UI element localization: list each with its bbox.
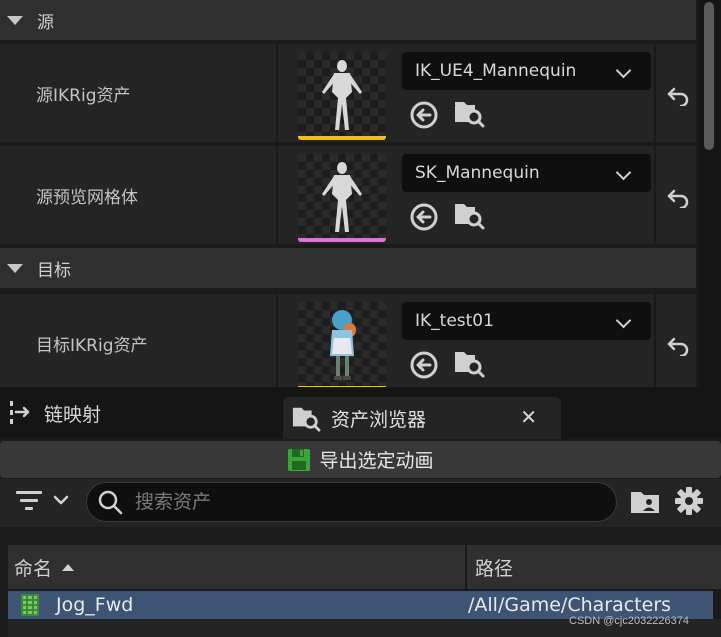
property-label: 目标IKRig资产 [36,335,148,356]
save-icon [288,448,311,471]
asset-thumbnail[interactable] [298,154,386,242]
asset-picker-value: IK_test01 [415,311,494,331]
export-button-label: 导出选定动画 [319,450,434,472]
column-splitter [654,146,656,244]
details-panel: 源 源IKRig资产 IK_UE4_Mannequin 源预览网格体 SK_Ma… [0,0,721,387]
export-selected-animations-button[interactable]: 导出选定动画 [0,441,721,478]
use-selected-asset-icon[interactable] [409,100,439,130]
browse-to-asset-icon[interactable] [453,200,485,230]
column-header-path[interactable]: 路径 [467,545,513,589]
use-selected-asset-icon[interactable] [409,202,439,232]
column-header-label: 命名 [14,557,53,580]
use-selected-asset-icon[interactable] [409,350,439,380]
property-row-source-ikrig: 源IKRig资产 IK_UE4_Mannequin [0,44,696,144]
tab-chain-mapping[interactable]: 链映射 [0,387,101,439]
reset-to-default-icon[interactable] [666,188,690,208]
asset-name: Jog_Fwd [56,594,134,616]
spacer [0,527,721,545]
asset-picker-combo[interactable]: SK_Mannequin [402,154,651,192]
chevron-down-icon [615,62,632,79]
chain-mapping-icon [10,401,30,424]
asset-thumbnail[interactable] [298,52,386,140]
asset-list-header: 命名 路径 [8,545,721,589]
column-splitter[interactable] [276,44,278,142]
search-box[interactable] [86,482,617,522]
column-splitter [654,44,656,142]
close-icon[interactable]: ✕ [520,405,537,429]
browse-to-asset-icon[interactable] [453,348,485,378]
property-row-source-preview-mesh: 源预览网格体 SK_Mannequin [0,146,696,246]
property-label: 源IKRig资产 [36,85,131,106]
chevron-down-icon [615,164,632,181]
reset-to-default-icon[interactable] [666,336,690,356]
asset-type-bar [298,238,386,242]
column-header-name[interactable]: 命名 [8,545,467,589]
section-header-source[interactable]: 源 [0,0,696,40]
watermark: CSDN @cjc2032226374 [569,615,690,627]
folder-icon[interactable] [630,489,660,515]
mannequin-icon [322,60,362,130]
section-header-target[interactable]: 目标 [0,248,696,288]
search-icon [98,490,123,515]
reset-to-default-icon[interactable] [666,86,690,106]
asset-browser-icon [292,407,321,432]
asset-picker-value: SK_Mannequin [415,163,540,183]
collapse-arrow-icon[interactable] [7,263,23,273]
column-splitter[interactable] [276,294,278,387]
browser-toolbar [0,479,721,527]
sort-ascending-icon [62,563,75,571]
animation-sequence-icon [21,594,39,616]
filter-icon [16,491,42,510]
tab-asset-browser[interactable]: 资产浏览器 ✕ [283,397,561,439]
tab-label: 链映射 [44,403,102,426]
gear-icon[interactable] [673,485,705,517]
asset-browser-panel: 导出选定动画 搜索资产 命名 路径 Jog_Fwd /All/Game/Char… [0,439,721,637]
scrollbar-thumb[interactable] [704,2,714,150]
asset-picker-combo[interactable]: IK_UE4_Mannequin [402,52,651,90]
column-splitter[interactable] [276,146,278,244]
chevron-down-icon [53,495,69,505]
asset-picker-combo[interactable]: IK_test01 [402,302,651,340]
asset-path: /All/Game/Characters [468,594,672,616]
column-header-label: 路径 [475,557,514,580]
property-row-target-ikrig: 目标IKRig资产 IK_test01 [0,294,696,387]
chevron-down-icon [615,312,632,329]
filter-button[interactable] [16,489,70,511]
asset-type-bar [298,136,386,140]
tab-label: 资产浏览器 [331,408,427,431]
character-icon [330,310,356,380]
property-label: 源预览网格体 [36,187,138,208]
section-title: 源 [37,12,54,33]
column-splitter [654,294,656,387]
tab-bar: 链映射 资产浏览器 ✕ [0,387,721,439]
mannequin-icon [322,162,362,232]
asset-picker-value: IK_UE4_Mannequin [415,61,577,81]
collapse-arrow-icon[interactable] [7,15,23,25]
browse-to-asset-icon[interactable] [453,98,485,128]
search-input[interactable] [135,491,575,513]
section-title: 目标 [37,260,71,281]
asset-thumbnail[interactable] [298,302,386,387]
